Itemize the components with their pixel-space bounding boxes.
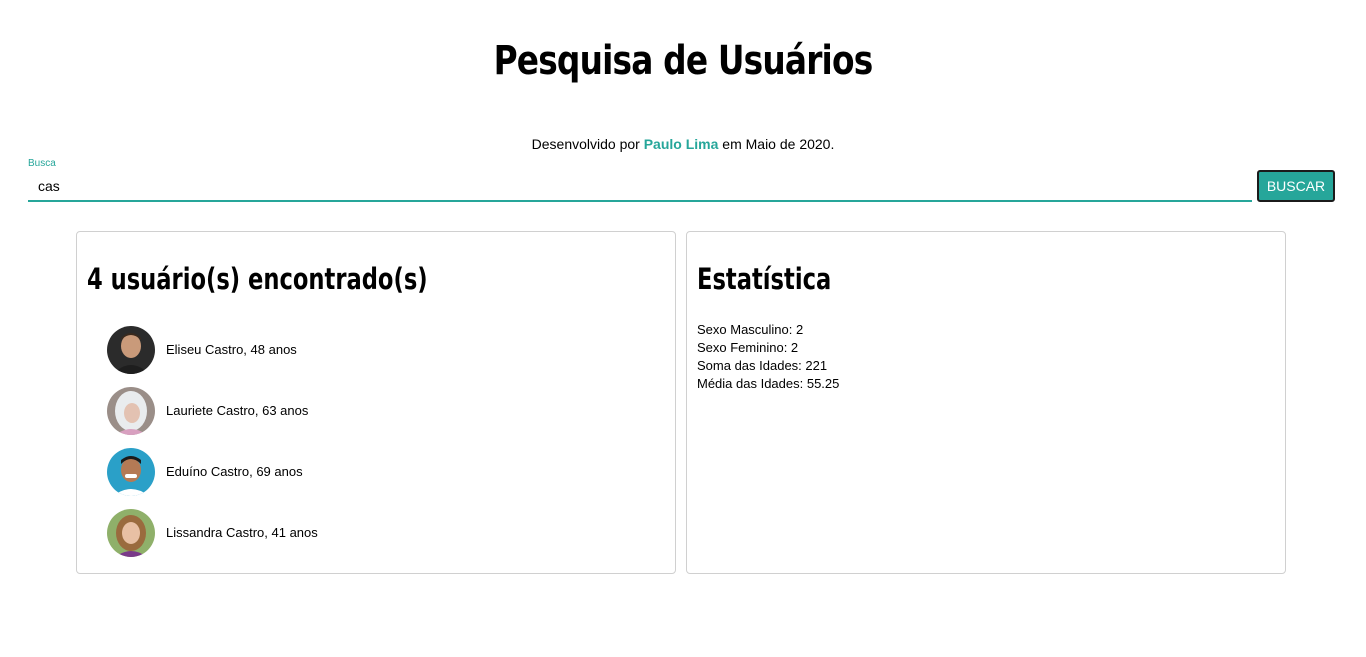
stat-female: Sexo Feminino: 2 <box>697 340 799 355</box>
avatar <box>107 386 155 435</box>
avatar <box>107 325 155 374</box>
user-item: Eduíno Castro, 69 anos <box>107 441 318 502</box>
avatar <box>107 508 155 557</box>
credits-prefix: Desenvolvido por <box>531 136 644 152</box>
credits: Desenvolvido por Paulo Lima em Maio de 2… <box>0 136 1366 152</box>
stats-list: Sexo Masculino: 2 Sexo Feminino: 2 Soma … <box>697 321 839 393</box>
user-item: Lauriete Castro, 63 anos <box>107 380 318 441</box>
credits-author: Paulo Lima <box>643 136 719 152</box>
user-list: Eliseu Castro, 48 anos Lauriete Castro, … <box>107 319 318 563</box>
user-item: Eliseu Castro, 48 anos <box>107 319 318 380</box>
stat-age-sum: Soma das Idades: 221 <box>697 358 828 373</box>
user-name-age: Eliseu Castro, 48 anos <box>166 342 297 357</box>
credits-suffix: em Maio de 2020. <box>718 136 835 152</box>
user-name-age: Lauriete Castro, 63 anos <box>166 403 309 418</box>
stats-card: Estatística Sexo Masculino: 2 Sexo Femin… <box>686 231 1286 574</box>
user-item: Lissandra Castro, 41 anos <box>107 502 318 563</box>
stat-age-avg: Média das Idades: 55.25 <box>697 376 840 391</box>
search-input[interactable] <box>28 172 1252 201</box>
search-button[interactable]: BUSCAR <box>1257 170 1335 202</box>
stat-male: Sexo Masculino: 2 <box>697 322 804 337</box>
avatar <box>107 447 155 496</box>
stats-title: Estatística <box>697 262 832 296</box>
page-title: Pesquisa de Usuários <box>493 38 874 84</box>
users-card: 4 usuário(s) encontrado(s) Eliseu Castro… <box>76 231 676 574</box>
search-label: Busca <box>28 158 56 169</box>
results-title: 4 usuário(s) encontrado(s) <box>87 262 428 296</box>
user-name-age: Lissandra Castro, 41 anos <box>166 525 318 540</box>
user-name-age: Eduíno Castro, 69 anos <box>166 464 303 479</box>
